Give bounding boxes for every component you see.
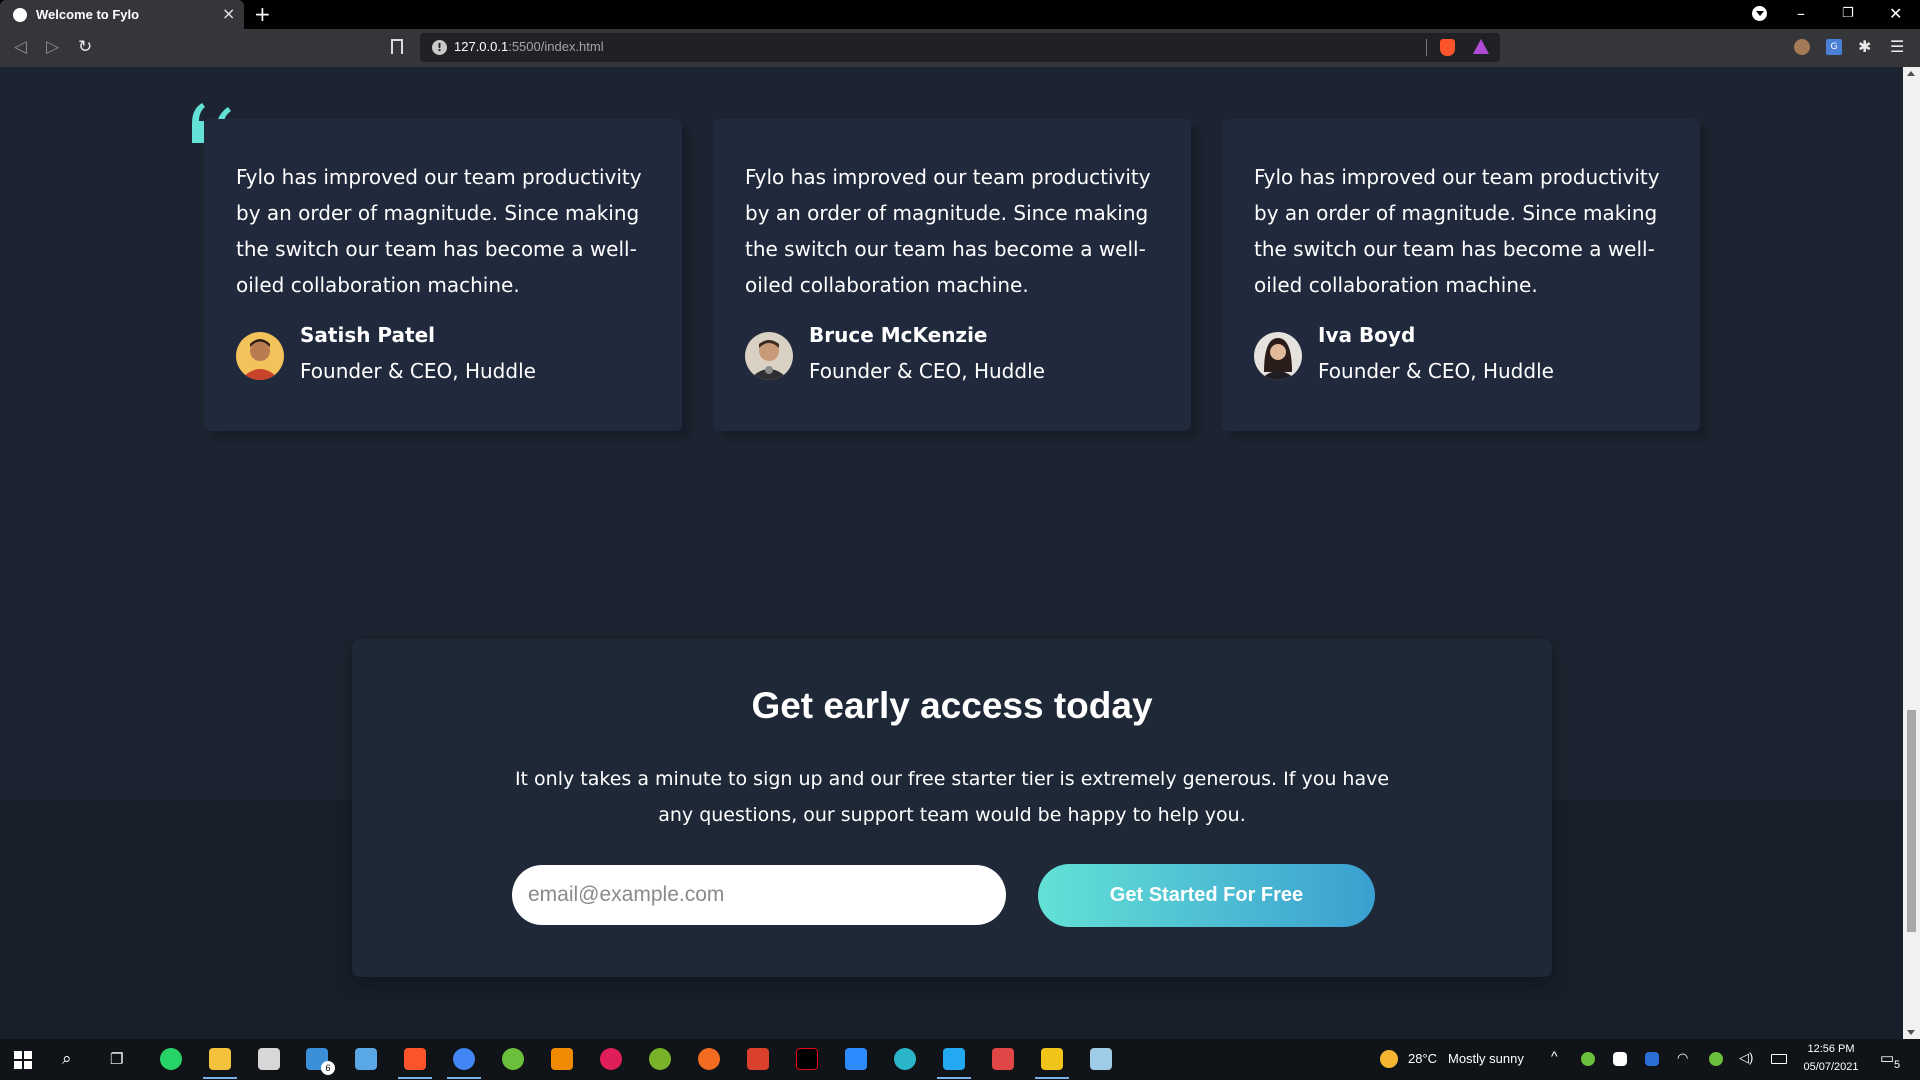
brave-browser-icon[interactable] xyxy=(404,1048,426,1070)
author-role: Founder & CEO, Huddle xyxy=(300,359,536,383)
netflix-icon[interactable] xyxy=(796,1048,818,1070)
active-app-indicator xyxy=(1035,1077,1069,1079)
windows-start-icon[interactable] xyxy=(14,1051,32,1069)
weather-desc[interactable]: Mostly sunny xyxy=(1448,1051,1524,1066)
menu-icon[interactable]: ☰ xyxy=(1890,39,1906,55)
site-info-icon[interactable]: ! xyxy=(432,40,447,55)
testimonial-quote: Fylo has improved our team productivity … xyxy=(1254,165,1660,297)
url-path: :5500/index.html xyxy=(508,39,604,54)
avatar xyxy=(1254,332,1302,380)
tray-app-icon[interactable] xyxy=(1709,1052,1723,1066)
mail-badge: 6 xyxy=(321,1061,335,1075)
author-name: Iva Boyd xyxy=(1318,323,1416,347)
page-viewport: Fylo has improved our team productivity … xyxy=(0,67,1903,1039)
bookmark-icon[interactable] xyxy=(391,39,403,56)
email-input[interactable] xyxy=(512,865,1006,925)
address-bar-divider xyxy=(1426,39,1427,56)
browser-toolbar: ◁ ▷ ↻ ! 127.0.0.1:5500/index.html G ✱ ☰ xyxy=(0,29,1920,67)
active-app-indicator xyxy=(937,1077,971,1079)
chrome-icon[interactable] xyxy=(453,1048,475,1070)
app-icon[interactable] xyxy=(992,1048,1014,1070)
testimonial-card: Fylo has improved our team productivity … xyxy=(204,119,682,431)
tab-title: Welcome to Fylo xyxy=(36,7,140,22)
testimonial-quote: Fylo has improved our team productivity … xyxy=(236,165,642,297)
scroll-up-arrow-icon[interactable] xyxy=(1907,71,1915,76)
store-icon[interactable] xyxy=(258,1048,280,1070)
edge-icon[interactable] xyxy=(894,1048,916,1070)
restore-button[interactable]: ❐ xyxy=(1842,3,1854,25)
tray-app-icon[interactable] xyxy=(1645,1052,1659,1066)
slack-icon[interactable] xyxy=(600,1048,622,1070)
scrollbar-thumb[interactable] xyxy=(1907,710,1916,932)
weather-temp[interactable]: 28°C xyxy=(1408,1051,1437,1066)
translate-extension-icon[interactable]: G xyxy=(1826,39,1842,55)
notification-icon[interactable]: ▭ xyxy=(1880,1049,1894,1067)
file-explorer-icon[interactable] xyxy=(209,1048,231,1070)
testimonial-quote: Fylo has improved our team productivity … xyxy=(745,165,1151,297)
vlc-icon[interactable] xyxy=(551,1048,573,1070)
author-name: Satish Patel xyxy=(300,323,436,347)
postman-icon[interactable] xyxy=(698,1048,720,1070)
new-tab-button[interactable]: + xyxy=(254,3,271,25)
avatar xyxy=(236,332,284,380)
browser-tab-strip: Welcome to Fylo × + – ❐ ✕ xyxy=(0,0,1920,29)
scroll-down-arrow-icon[interactable] xyxy=(1907,1030,1915,1035)
globe-icon xyxy=(13,8,27,22)
early-access-description: It only takes a minute to sign up and ou… xyxy=(514,768,1390,826)
early-access-section: Get early access today It only takes a m… xyxy=(352,639,1552,977)
active-app-indicator xyxy=(203,1077,237,1079)
tab-close-icon[interactable]: × xyxy=(222,5,235,23)
author-role: Founder & CEO, Huddle xyxy=(1318,359,1554,383)
testimonial-card: Fylo has improved our team productivity … xyxy=(713,119,1191,431)
url-host: 127.0.0.1 xyxy=(454,39,509,54)
laptop-icon[interactable] xyxy=(355,1048,377,1070)
page-scrollbar[interactable] xyxy=(1903,67,1920,1039)
author-role: Founder & CEO, Huddle xyxy=(809,359,1045,383)
address-bar[interactable]: ! 127.0.0.1:5500/index.html xyxy=(420,33,1500,62)
minimize-button[interactable]: – xyxy=(1797,3,1805,25)
zoom-icon[interactable] xyxy=(845,1048,867,1070)
brave-rewards-icon[interactable] xyxy=(1473,39,1489,54)
wifi-icon[interactable]: ◠ xyxy=(1677,1050,1688,1066)
tab-search-icon[interactable] xyxy=(1752,6,1767,21)
task-view-icon[interactable]: ❐ xyxy=(110,1048,123,1070)
notepad-icon[interactable] xyxy=(1090,1048,1112,1070)
forward-icon[interactable]: ▷ xyxy=(46,36,59,58)
app-icon[interactable] xyxy=(747,1048,769,1070)
url-text[interactable]: 127.0.0.1:5500/index.html xyxy=(454,39,604,54)
security-icon[interactable] xyxy=(1613,1052,1627,1066)
avatar xyxy=(745,332,793,380)
windows-taskbar: ⌕ ❐ 6 28°C Mostly sunny ^ ◠ ◁) 12:56 PM … xyxy=(0,1039,1920,1080)
active-app-indicator xyxy=(447,1077,481,1079)
extensions-icon[interactable]: ✱ xyxy=(1858,39,1874,55)
reload-icon[interactable]: ↻ xyxy=(78,36,92,58)
get-started-button[interactable]: Get Started For Free xyxy=(1038,864,1375,927)
notification-count: 5 xyxy=(1894,1059,1901,1071)
weather-sun-icon[interactable] xyxy=(1380,1050,1398,1068)
back-icon[interactable]: ◁ xyxy=(14,36,27,58)
cookie-extension-icon[interactable] xyxy=(1794,39,1810,55)
active-app-indicator xyxy=(398,1077,432,1079)
search-icon[interactable]: ⌕ xyxy=(62,1048,72,1070)
volume-icon[interactable]: ◁) xyxy=(1739,1050,1753,1066)
brave-shields-icon[interactable] xyxy=(1440,39,1455,56)
testimonial-card: Fylo has improved our team productivity … xyxy=(1222,119,1700,431)
utorrent-icon[interactable] xyxy=(649,1048,671,1070)
battery-icon[interactable] xyxy=(1771,1054,1787,1064)
close-window-button[interactable]: ✕ xyxy=(1889,3,1902,25)
tray-app-icon[interactable] xyxy=(1581,1052,1595,1066)
git-icon[interactable] xyxy=(1041,1048,1063,1070)
early-access-title: Get early access today xyxy=(751,685,1153,726)
app-icon[interactable] xyxy=(502,1048,524,1070)
whatsapp-icon[interactable] xyxy=(160,1048,182,1070)
clock-date[interactable]: 05/07/2021 xyxy=(1800,1061,1862,1073)
browser-tab-active[interactable]: Welcome to Fylo × xyxy=(0,0,244,29)
clock-time[interactable]: 12:56 PM xyxy=(1800,1043,1862,1055)
author-name: Bruce McKenzie xyxy=(809,323,988,347)
chevron-up-icon[interactable]: ^ xyxy=(1551,1048,1558,1064)
vscode-icon[interactable] xyxy=(943,1048,965,1070)
